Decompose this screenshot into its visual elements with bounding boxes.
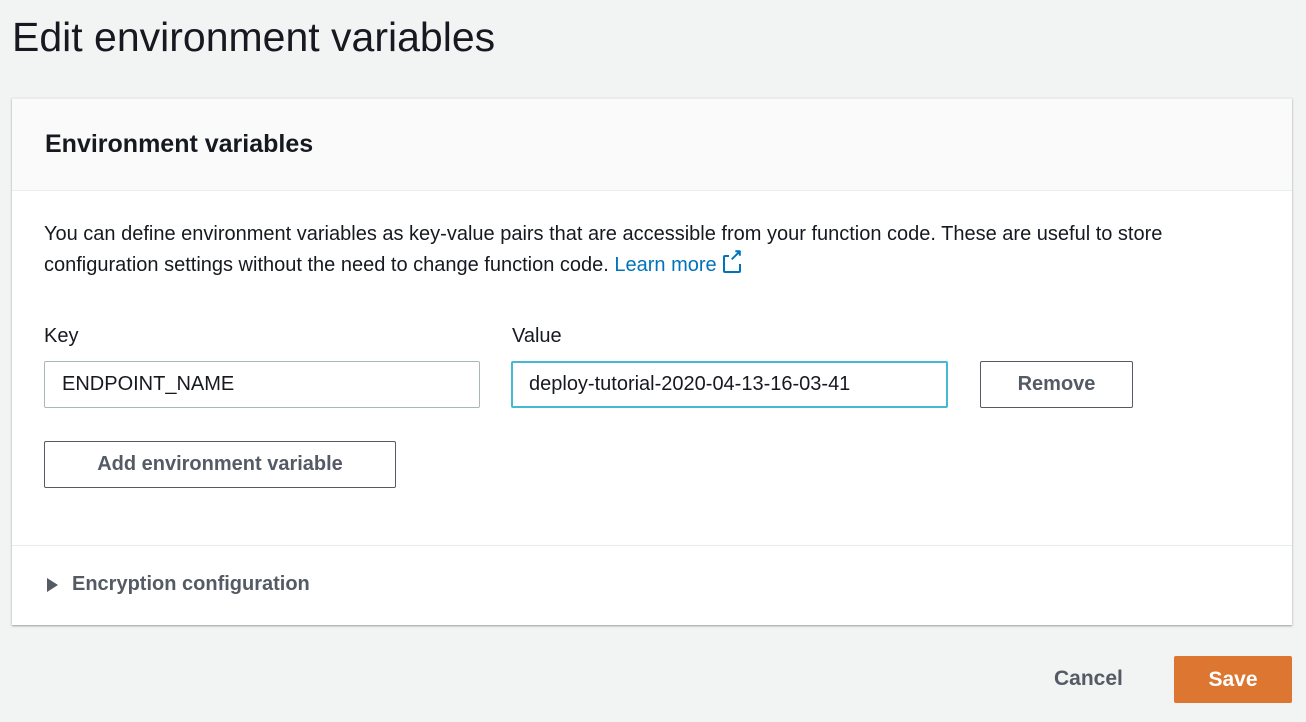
divider xyxy=(12,545,1292,546)
external-link-icon xyxy=(722,248,743,273)
panel-header: Environment variables xyxy=(12,99,1292,191)
value-label: Value xyxy=(512,325,562,347)
key-label: Key xyxy=(44,325,79,347)
learn-more-link[interactable]: Learn more xyxy=(614,248,743,276)
caret-right-icon xyxy=(47,577,58,592)
save-button[interactable]: Save xyxy=(1174,656,1292,703)
remove-button[interactable]: Remove xyxy=(980,361,1133,408)
add-environment-variable-button[interactable]: Add environment variable xyxy=(44,441,396,488)
cancel-button[interactable]: Cancel xyxy=(1054,667,1123,691)
panel-description: You can define environment variables as … xyxy=(44,219,1274,281)
environment-variables-panel: Environment variables You can define env… xyxy=(12,98,1292,625)
key-input[interactable] xyxy=(44,361,480,408)
encryption-configuration-toggle[interactable]: Encryption configuration xyxy=(47,573,310,596)
learn-more-label: Learn more xyxy=(614,254,717,276)
encryption-configuration-label: Encryption configuration xyxy=(72,573,310,595)
panel-heading: Environment variables xyxy=(45,130,314,158)
value-input[interactable] xyxy=(511,361,948,408)
description-text: You can define environment variables as … xyxy=(44,223,1163,276)
page-title: Edit environment variables xyxy=(12,14,496,60)
